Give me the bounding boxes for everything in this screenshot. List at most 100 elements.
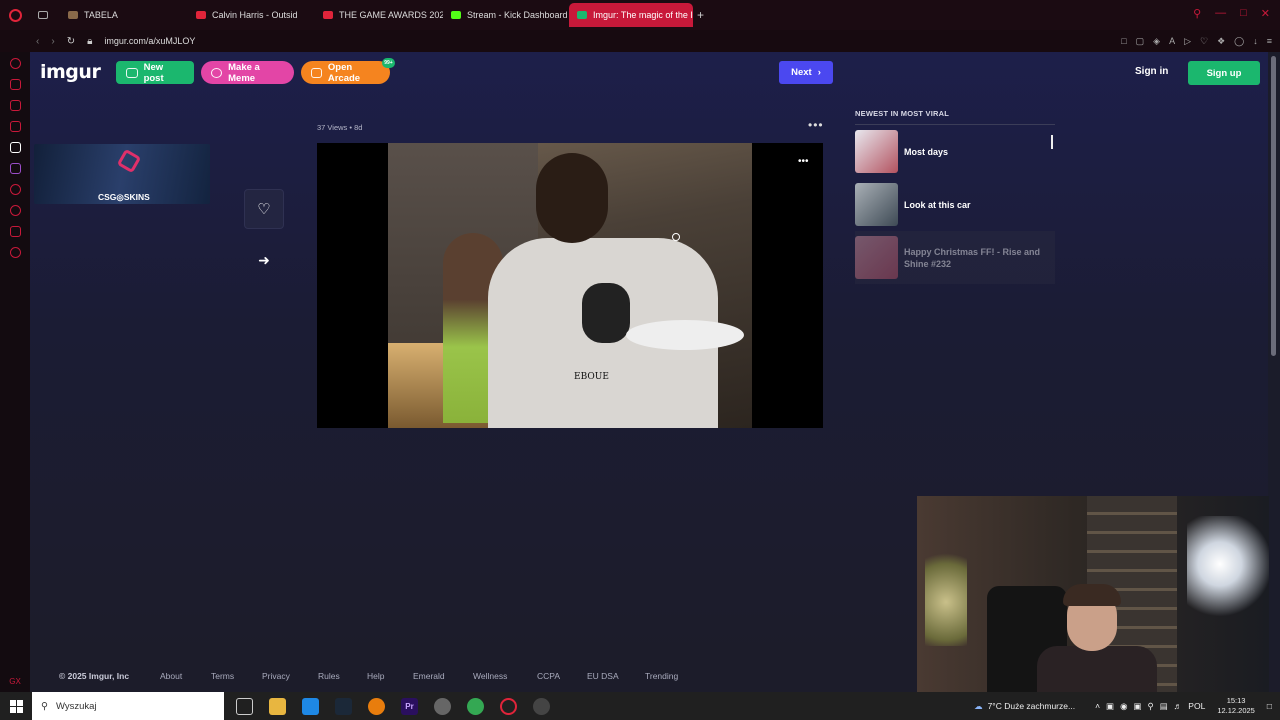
imgur-logo[interactable]: imgur <box>40 61 101 83</box>
panel-scrollbar[interactable] <box>1051 135 1053 149</box>
translate-icon[interactable]: A <box>1169 36 1175 47</box>
app-icon[interactable] <box>434 697 451 715</box>
post-options-button[interactable]: ••• <box>808 118 824 132</box>
settings-icon[interactable] <box>9 247 21 258</box>
list-item[interactable]: Most days <box>855 125 1055 178</box>
tray-app-icon[interactable]: ◉ <box>1120 701 1127 712</box>
share-button[interactable]: ➜ <box>254 250 274 270</box>
start-button[interactable] <box>0 692 32 720</box>
player-icon[interactable] <box>9 184 21 195</box>
kick-icon <box>451 11 461 19</box>
tab-kick-dashboard[interactable]: Stream - Kick Dashboard <box>443 3 569 27</box>
maximize-icon[interactable]: □ <box>1240 7 1247 20</box>
history-icon[interactable] <box>9 205 21 216</box>
workspace-icon[interactable] <box>30 3 60 27</box>
footer-link-privacy[interactable]: Privacy <box>262 671 290 681</box>
footer-link-emerald[interactable]: Emerald <box>413 671 445 681</box>
profile-icon[interactable]: ◯ <box>1234 36 1244 47</box>
language-indicator[interactable]: POL <box>1188 701 1205 711</box>
close-icon[interactable]: ✕ <box>1261 7 1270 20</box>
post-image[interactable]: EBOUE ••• <box>317 143 823 428</box>
tray-app-icon[interactable]: ▣ <box>1134 701 1142 712</box>
gx-label[interactable]: GX <box>9 677 21 686</box>
footer-link-about[interactable]: About <box>160 671 182 681</box>
tab-label: Calvin Harris - Outsid <box>212 10 298 20</box>
tray-app-icon[interactable]: ▣ <box>1106 701 1114 712</box>
opera-menu-icon[interactable] <box>0 0 30 30</box>
kick-sidebar-icon[interactable] <box>9 142 21 153</box>
make-meme-button[interactable]: Make a Meme <box>201 61 294 84</box>
footer-link-ccpa[interactable]: CCPA <box>537 671 560 681</box>
extensions-icon[interactable]: ❖ <box>1217 36 1225 47</box>
volume-icon[interactable]: ♬ <box>1174 701 1183 711</box>
image-options-button[interactable]: ••• <box>798 156 809 167</box>
taskbar-search[interactable]: ⚲ Wyszukaj <box>32 692 224 720</box>
footer-link-rules[interactable]: Rules <box>318 671 340 681</box>
clock[interactable]: 15:13 12.12.2025 <box>1217 696 1255 716</box>
system-tray: ☁ 7°C Duże zachmurze... ˄ ▣ ◉ ▣ ⚲ ▤ ♬ PO… <box>974 692 1280 720</box>
page-scrollbar[interactable] <box>1268 52 1280 660</box>
new-post-button[interactable]: New post <box>116 61 194 84</box>
browser-toolbar: □ ▢ ◈ A ▷ ♡ ❖ ◯ ↓ ≡ <box>1121 36 1272 47</box>
download-icon[interactable]: ↓ <box>1253 36 1258 47</box>
task-view-icon[interactable] <box>236 697 253 715</box>
footer-link-eu-dsa[interactable]: EU DSA <box>587 671 619 681</box>
minimize-icon[interactable]: — <box>1215 7 1226 20</box>
next-button[interactable]: Next › <box>779 61 833 84</box>
weather-widget[interactable]: ☁ 7°C Duże zachmurze... <box>974 701 1075 712</box>
file-explorer-icon[interactable] <box>269 697 286 715</box>
advertisement-banner[interactable]: CSG◎SKINS <box>34 144 210 204</box>
microphone-icon[interactable]: ⚲ <box>1148 701 1154 712</box>
network-icon[interactable]: ▤ <box>1160 701 1168 712</box>
chrome-icon[interactable] <box>467 697 484 715</box>
new-tab-button[interactable]: + <box>697 8 704 22</box>
shield-icon[interactable]: ◈ <box>1153 36 1160 47</box>
snapshot-icon[interactable]: ▢ <box>1136 36 1145 47</box>
blender-icon[interactable] <box>368 697 385 715</box>
heart-icon: ♡ <box>257 201 271 218</box>
extensions-sidebar-icon[interactable] <box>9 226 21 237</box>
menu-icon[interactable]: ≡ <box>1267 36 1272 47</box>
twitch-store-icon[interactable] <box>9 121 21 132</box>
store-icon[interactable] <box>9 79 21 90</box>
tab-game-awards[interactable]: THE GAME AWARDS 202 <box>315 3 443 27</box>
speed-dial-icon[interactable] <box>9 58 21 69</box>
footer-link-terms[interactable]: Terms <box>211 671 234 681</box>
play-icon[interactable]: ▷ <box>1184 36 1191 47</box>
footer-link-trending[interactable]: Trending <box>645 671 678 681</box>
reload-icon[interactable]: ↻ <box>67 36 75 47</box>
steam-icon[interactable] <box>335 697 352 715</box>
messenger-icon[interactable] <box>9 100 21 111</box>
bookmark-icon[interactable]: □ <box>1121 36 1126 47</box>
notifications-icon[interactable]: □ <box>1267 701 1272 711</box>
forward-icon[interactable]: › <box>51 36 54 47</box>
list-item[interactable]: Happy Christmas FF! - Rise and Shine #23… <box>855 231 1055 284</box>
app-icon[interactable] <box>533 697 550 715</box>
sign-in-link[interactable]: Sign in <box>1135 66 1168 77</box>
shirt-text: EBOUE <box>574 372 609 382</box>
chevron-up-icon[interactable]: ˄ <box>1095 701 1100 711</box>
sign-up-button[interactable]: Sign up <box>1188 61 1260 85</box>
twitch-icon[interactable] <box>9 163 21 174</box>
search-tabs-icon[interactable]: ⚲ <box>1193 7 1201 20</box>
zoom-cursor-icon <box>672 233 680 241</box>
search-icon: ⚲ <box>41 700 48 712</box>
app-icon[interactable] <box>302 697 319 715</box>
footer-link-help[interactable]: Help <box>367 671 384 681</box>
back-icon[interactable]: ‹ <box>36 36 39 47</box>
tab-tabela[interactable]: TABELA <box>60 3 188 27</box>
open-arcade-button[interactable]: Open Arcade <box>301 61 390 84</box>
tab-imgur[interactable]: Imgur: The magic of the I <box>569 3 693 27</box>
premiere-pro-icon[interactable]: Pr <box>401 697 418 715</box>
footer-link-wellness[interactable]: Wellness <box>473 671 507 681</box>
ad-logo-icon <box>116 148 142 174</box>
list-item[interactable]: Look at this car <box>855 178 1055 231</box>
favorite-button[interactable]: ♡ <box>244 189 284 229</box>
url-field[interactable]: imgur.com/a/xuMJLOY <box>104 36 195 46</box>
chevron-right-icon: › <box>817 67 821 78</box>
tab-calvin-harris[interactable]: Calvin Harris - Outsid <box>188 3 315 27</box>
youtube-icon <box>196 11 206 19</box>
photo: EBOUE <box>388 143 752 428</box>
opera-gx-icon[interactable] <box>500 697 517 715</box>
heart-icon[interactable]: ♡ <box>1200 36 1208 47</box>
